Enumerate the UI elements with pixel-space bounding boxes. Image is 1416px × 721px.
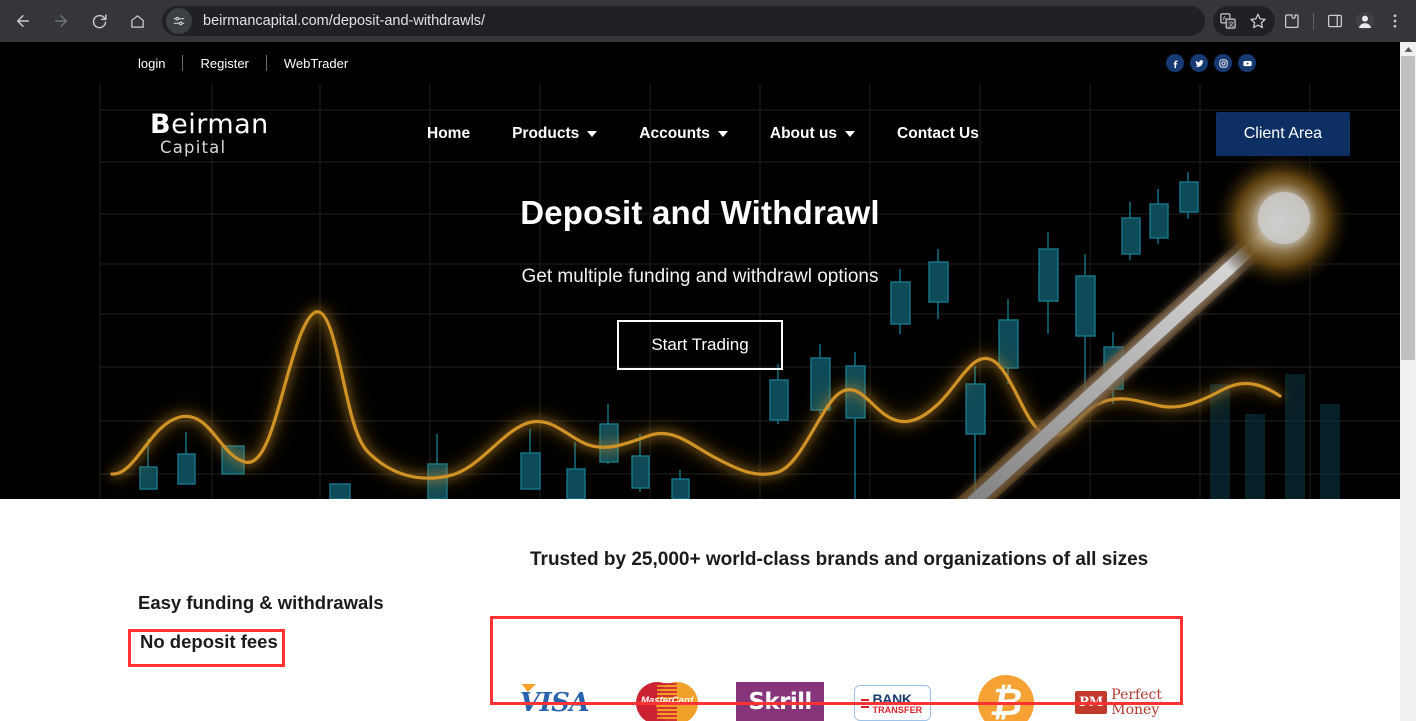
chevron-down-icon xyxy=(717,131,728,137)
address-bar[interactable]: beirmancapital.com/deposit-and-withdrawl… xyxy=(162,6,1205,36)
bank-label-bottom: TRANSFER xyxy=(872,704,923,715)
pm-label-top: Perfect xyxy=(1111,686,1162,703)
payment-logo-visa[interactable]: VISA xyxy=(498,666,611,721)
pm-label-bottom: Money xyxy=(1111,701,1160,718)
mastercard-logo: MasterCard xyxy=(636,681,699,721)
payment-logo-mastercard[interactable]: MasterCard xyxy=(611,666,724,721)
hero-copy: Deposit and Withdrawl Get multiple fundi… xyxy=(0,194,1400,370)
instagram-icon[interactable] xyxy=(1214,54,1232,72)
reload-button[interactable] xyxy=(84,6,114,36)
twitter-icon[interactable] xyxy=(1190,54,1208,72)
chevron-down-icon xyxy=(587,131,598,137)
nav-item-label: Home xyxy=(427,125,471,142)
payment-logo-bitcoin[interactable]: ₿ xyxy=(949,666,1062,721)
nav-item-accounts[interactable]: Accounts xyxy=(618,125,749,143)
main-navigation: Beirman Capital Home Products Accounts A… xyxy=(0,84,1400,184)
skrill-logo: Skrill xyxy=(736,681,824,721)
mastercard-label: MasterCard xyxy=(641,694,694,706)
logo-rest: eirman xyxy=(171,109,269,141)
nav-item-label: Contact Us xyxy=(897,125,979,142)
visa-logo: VISA xyxy=(519,687,590,718)
svg-text:A: A xyxy=(1222,17,1226,23)
bitcoin-symbol: ₿ xyxy=(989,679,1023,721)
utility-link-webtrader[interactable]: WebTrader xyxy=(267,57,365,70)
easy-funding-heading: Easy funding & withdrawals xyxy=(138,592,384,613)
nav-item-contact-us[interactable]: Contact Us xyxy=(876,125,1000,143)
home-button[interactable] xyxy=(122,6,152,36)
nav-item-label: About us xyxy=(769,125,838,142)
side-panel-icon[interactable] xyxy=(1320,6,1350,36)
nav-item-label: Products xyxy=(512,125,580,142)
logo-tagline: Capital xyxy=(160,138,227,158)
profile-avatar-icon[interactable] xyxy=(1350,6,1380,36)
hero-title: Deposit and Withdrawl xyxy=(520,194,880,231)
client-area-button[interactable]: Client Area xyxy=(1215,112,1350,156)
forward-button[interactable] xyxy=(46,6,76,36)
page-viewport: login Register WebTrader Beirman Capital… xyxy=(0,42,1400,721)
nav-item-home[interactable]: Home xyxy=(406,125,491,143)
browser-toolbar: beirmancapital.com/deposit-and-withdrawl… xyxy=(0,0,1416,42)
bitcoin-logo: ₿ xyxy=(977,674,1034,721)
payment-logo-perfect-money[interactable]: PM Perfect Money xyxy=(1062,666,1175,721)
bank-label-top: BANK xyxy=(872,690,912,707)
perfect-money-logo: PM Perfect Money xyxy=(1075,688,1162,717)
hero-content: Beirman Capital Home Products Accounts A… xyxy=(0,84,1400,499)
utility-bar: login Register WebTrader xyxy=(0,42,1400,84)
screenshot-root: beirmancapital.com/deposit-and-withdrawl… xyxy=(0,0,1416,721)
omnibox-action-group: A文 xyxy=(1213,6,1275,36)
no-deposit-fees-text: No deposit fees xyxy=(140,631,278,652)
nav-links: Home Products Accounts About us Contact … xyxy=(406,125,1000,143)
bank-bars-icon xyxy=(861,698,870,708)
site-logo[interactable]: Beirman Capital xyxy=(150,109,268,158)
extensions-icon[interactable] xyxy=(1277,6,1307,36)
chevron-down-icon xyxy=(845,131,856,137)
facebook-icon[interactable] xyxy=(1166,54,1184,72)
nav-item-about-us[interactable]: About us xyxy=(749,125,876,143)
page-scrollbar[interactable] xyxy=(1400,42,1416,721)
youtube-icon[interactable] xyxy=(1238,54,1256,72)
logo-wordmark: Beirman xyxy=(150,109,268,141)
logo-initial: B xyxy=(150,109,172,141)
utility-link-register[interactable]: Register xyxy=(183,57,265,70)
hero-section: Beirman Capital Home Products Accounts A… xyxy=(0,84,1400,499)
toolbar-divider xyxy=(1313,12,1314,30)
payment-logo-bank-transfer[interactable]: BANK TRANSFER xyxy=(836,666,949,721)
payment-logo-skrill[interactable]: Skrill xyxy=(724,666,837,721)
bank-transfer-logo: BANK TRANSFER xyxy=(854,684,932,721)
hero-subtitle: Get multiple funding and withdrawl optio… xyxy=(521,266,879,287)
site-settings-icon[interactable] xyxy=(166,8,192,34)
perfect-money-label: Perfect Money xyxy=(1111,688,1162,717)
bank-transfer-label: BANK TRANSFER xyxy=(872,692,922,715)
payment-logos-row: VISA MasterCard Skrill BANK TRANSFER ₿ P… xyxy=(498,666,1175,721)
bookmark-star-icon[interactable] xyxy=(1243,6,1273,36)
scroll-up-arrow-icon[interactable] xyxy=(1400,42,1416,56)
toolbar-right-group xyxy=(1277,6,1416,36)
translate-icon[interactable]: A文 xyxy=(1213,6,1243,36)
visa-label: VISA xyxy=(519,687,590,718)
trusted-heading: Trusted by 25,000+ world-class brands an… xyxy=(530,549,1149,570)
social-links xyxy=(1166,54,1256,72)
perfect-money-badge: PM xyxy=(1075,691,1108,714)
scrollbar-thumb[interactable] xyxy=(1401,56,1415,360)
utility-link-login[interactable]: login xyxy=(138,57,182,70)
chrome-menu-icon[interactable] xyxy=(1380,6,1410,36)
utility-links: login Register WebTrader xyxy=(138,55,365,71)
back-button[interactable] xyxy=(8,6,38,36)
url-text: beirmancapital.com/deposit-and-withdrawl… xyxy=(203,13,486,29)
nav-item-products[interactable]: Products xyxy=(491,125,618,143)
nav-item-label: Accounts xyxy=(639,125,710,142)
start-trading-button[interactable]: Start Trading xyxy=(617,320,783,370)
